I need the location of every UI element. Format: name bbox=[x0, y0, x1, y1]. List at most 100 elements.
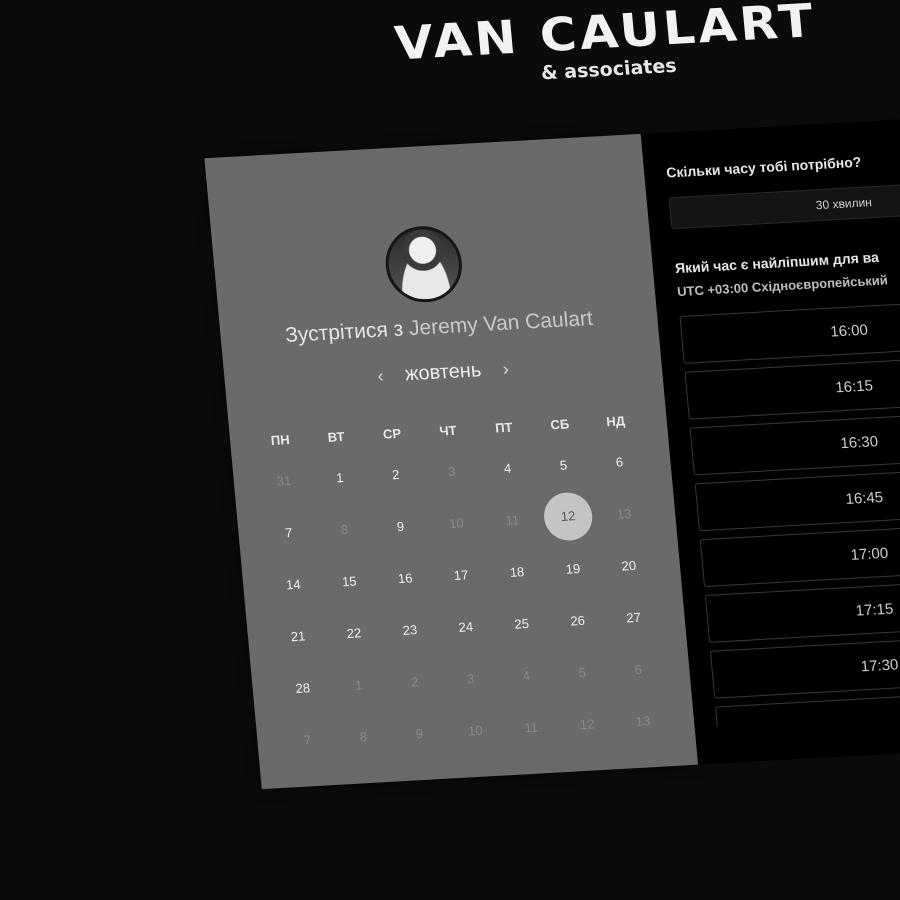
calendar-day[interactable]: 2 bbox=[367, 465, 424, 483]
calendar-day-number: 1 bbox=[354, 676, 363, 693]
calendar-day[interactable]: 7 bbox=[260, 523, 317, 541]
calendar-day[interactable]: 1 bbox=[311, 468, 368, 486]
weekday-label: ВТ bbox=[326, 428, 346, 445]
calendar-day: 9 bbox=[391, 724, 448, 742]
calendar-day-number: 5 bbox=[578, 664, 587, 680]
weekday-label: НД bbox=[605, 412, 626, 429]
calendar-day: 4 bbox=[498, 666, 555, 684]
calendar-day-number: 1 bbox=[335, 469, 345, 485]
calendar-day[interactable]: 28 bbox=[274, 679, 331, 697]
calendar-day[interactable]: 25 bbox=[493, 614, 550, 632]
host-avatar bbox=[382, 224, 466, 305]
calendar-day: 2 bbox=[386, 672, 443, 690]
calendar-day-number: 11 bbox=[504, 511, 520, 528]
calendar-day[interactable]: 16 bbox=[377, 569, 434, 587]
duration-value: 30 хвилин bbox=[815, 195, 873, 213]
next-month-chevron-icon[interactable]: › bbox=[492, 358, 520, 380]
prev-month-chevron-icon[interactable]: ‹ bbox=[367, 365, 395, 387]
calendar-day-number: 4 bbox=[522, 667, 531, 683]
calendar-day-number: 26 bbox=[569, 612, 586, 629]
time-slot-label: 16:00 bbox=[829, 321, 869, 341]
calendar-day[interactable]: 20 bbox=[600, 556, 657, 574]
time-slot-label bbox=[717, 714, 866, 726]
calendar-day: 6 bbox=[610, 660, 667, 678]
calendar-day-number: 18 bbox=[509, 563, 525, 580]
calendar-day[interactable]: 5 bbox=[535, 456, 592, 474]
time-slot-label: 17:00 bbox=[849, 544, 889, 564]
calendar-day[interactable]: 24 bbox=[437, 617, 494, 635]
calendar-day-number: 3 bbox=[466, 670, 475, 686]
calendar-day-number: 9 bbox=[396, 518, 405, 534]
calendar-day-number: 7 bbox=[284, 524, 293, 540]
calendar-day-number: 31 bbox=[275, 472, 292, 489]
calendar-day-number: 12 bbox=[579, 715, 595, 732]
duration-select[interactable]: 30 хвилин bbox=[668, 180, 900, 230]
brand-logo: VAN CAULART & associates bbox=[363, 0, 849, 94]
meeting-title: Зустрітися з Jeremy Van Caulart bbox=[220, 303, 658, 351]
calendar-day: 8 bbox=[335, 727, 392, 745]
calendar-day[interactable]: 4 bbox=[479, 459, 536, 477]
calendar-day-number: 3 bbox=[447, 463, 456, 479]
calendar-day: 12 bbox=[558, 715, 615, 733]
calendar-day-number: 6 bbox=[615, 453, 624, 470]
calendar-day[interactable]: 19 bbox=[544, 559, 601, 577]
calendar-day[interactable]: 14 bbox=[265, 575, 322, 593]
calendar-day-number: 17 bbox=[453, 566, 469, 583]
weekday-label: ЧТ bbox=[438, 422, 458, 439]
time-slot-button[interactable]: 16:30 bbox=[689, 410, 900, 476]
calendar-day-number: 22 bbox=[346, 624, 362, 641]
calendar-day: 13 bbox=[595, 504, 652, 522]
calendar-day[interactable]: 18 bbox=[488, 562, 545, 580]
calendar-day[interactable]: 22 bbox=[325, 624, 382, 642]
calendar-day-number: 2 bbox=[410, 673, 419, 690]
calendar-day[interactable]: 26 bbox=[549, 611, 606, 629]
time-slot-label: 16:15 bbox=[834, 377, 874, 397]
calendar-day: 10 bbox=[447, 721, 504, 739]
duration-question: Скільки часу тобі потрібно? bbox=[665, 153, 862, 181]
calendar-day: 13 bbox=[614, 712, 671, 730]
weekday-label: ПТ bbox=[494, 419, 514, 435]
calendar-day-number: 14 bbox=[285, 576, 302, 592]
calendar-day-number: 13 bbox=[616, 505, 632, 522]
calendar-day-number: 10 bbox=[448, 514, 465, 531]
time-slot-button[interactable]: 17:00 bbox=[699, 522, 900, 588]
calendar-day[interactable]: 9 bbox=[372, 517, 429, 535]
weekday-label: СБ bbox=[549, 415, 570, 432]
calendar-day: 31 bbox=[255, 471, 312, 489]
weekday-label: ПН bbox=[270, 431, 291, 448]
calendar-day-number: 21 bbox=[290, 627, 306, 644]
time-slot-button[interactable]: 16:45 bbox=[694, 466, 900, 532]
time-slot-button[interactable]: 16:00 bbox=[679, 299, 900, 364]
time-slot-button[interactable]: 17:30 bbox=[709, 634, 900, 699]
calendar-day: 8 bbox=[316, 520, 373, 538]
calendar-day-number: 19 bbox=[564, 560, 581, 577]
calendar-day[interactable]: 6 bbox=[591, 453, 648, 471]
timezone-label[interactable]: UTC +03:00 Східноєвропейський bbox=[676, 272, 888, 299]
time-slot-button[interactable]: 16:15 bbox=[684, 355, 900, 420]
calendar-day-number: 5 bbox=[559, 457, 568, 473]
calendar-day-number: 8 bbox=[359, 728, 368, 745]
calendar-day-number: 8 bbox=[340, 521, 349, 537]
meeting-title-prefix: Зустрітися з bbox=[284, 317, 405, 348]
calendar-day-number: 12 bbox=[542, 491, 595, 542]
time-slot-button[interactable]: 17:15 bbox=[704, 578, 900, 643]
month-navigator: ‹ жовтень › bbox=[224, 349, 662, 396]
calendar-day[interactable]: 21 bbox=[269, 627, 326, 645]
calendar-day-number: 15 bbox=[341, 572, 358, 589]
calendar-day[interactable]: 15 bbox=[321, 572, 378, 590]
calendar-day-number: 2 bbox=[391, 466, 401, 482]
calendar-day-number: 16 bbox=[397, 569, 414, 586]
calendar-day-selected[interactable]: 12 bbox=[538, 491, 598, 542]
calendar-day[interactable]: 27 bbox=[605, 608, 662, 626]
time-slot-label: 16:30 bbox=[839, 433, 879, 453]
time-slot-label: 17:15 bbox=[854, 600, 895, 620]
calendar-grid: ПН ВТ СР ЧТ ПТ СБ НД 31 1 2 3 4 5 6 7 8 9 10 11 12 13 14 15 16… bbox=[251, 404, 673, 767]
calendar-day-number: 6 bbox=[633, 661, 643, 677]
calendar-day-number: 4 bbox=[503, 460, 512, 476]
time-slot-label: 16:45 bbox=[844, 488, 884, 509]
calendar-day-number: 23 bbox=[401, 621, 418, 638]
calendar-day: 3 bbox=[423, 462, 480, 480]
calendar-day[interactable]: 17 bbox=[432, 566, 489, 584]
calendar-day[interactable]: 23 bbox=[381, 621, 438, 639]
time-slot-label: 17:30 bbox=[860, 656, 900, 676]
